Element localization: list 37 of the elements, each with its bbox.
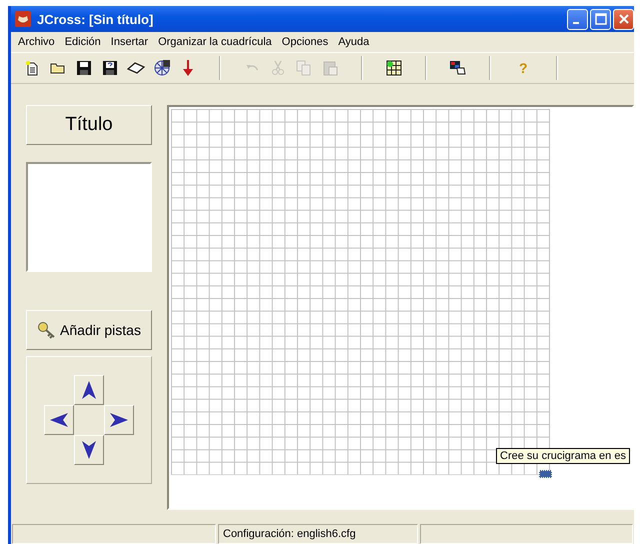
down-arrow-icon [81, 440, 97, 460]
status-text: Configuración: english6.cfg [223, 528, 356, 540]
up-arrow-button[interactable] [74, 375, 104, 405]
menu-item[interactable]: Organizar la cuadrícula [153, 36, 277, 48]
right-arrow-icon [109, 412, 129, 428]
scissors-icon [270, 60, 286, 76]
up-arrow-icon [81, 380, 97, 400]
window-title: JCross: [Sin título] [37, 12, 154, 26]
maximize-button[interactable] [590, 8, 611, 30]
add-clues-button[interactable]: Añadir pistas [26, 310, 152, 350]
export-icon [449, 60, 467, 76]
undo-icon [246, 64, 258, 72]
app-icon [15, 11, 31, 27]
grid-icon [385, 59, 403, 77]
menu-item[interactable]: Insertar [106, 36, 154, 48]
menu-item[interactable]: Archivo [13, 36, 60, 48]
new-document-icon [24, 60, 40, 76]
copy-icon [296, 60, 312, 76]
close-button[interactable] [613, 8, 634, 30]
title-button[interactable]: Título [26, 105, 152, 145]
right-arrow-button[interactable] [104, 405, 134, 435]
selected-cell[interactable] [539, 470, 552, 478]
menu-item[interactable]: Edición [60, 36, 106, 48]
clipboard-icon [322, 60, 338, 76]
left-arrow-icon [49, 412, 69, 428]
minimize-icon [573, 22, 579, 24]
menu-item[interactable]: Ayuda [333, 36, 374, 48]
left-arrow-button[interactable] [44, 405, 74, 435]
down-arrow-button[interactable] [74, 435, 104, 465]
maximize-icon [594, 13, 606, 25]
title-text-box[interactable] [26, 162, 152, 272]
down-arrow-icon [182, 59, 194, 77]
minimize-button[interactable] [567, 8, 588, 30]
tooltip: Cree su crucigrama en es [496, 448, 630, 464]
menu-item[interactable]: Opciones [276, 36, 334, 48]
close-icon [618, 13, 630, 25]
key-icon [37, 321, 58, 339]
